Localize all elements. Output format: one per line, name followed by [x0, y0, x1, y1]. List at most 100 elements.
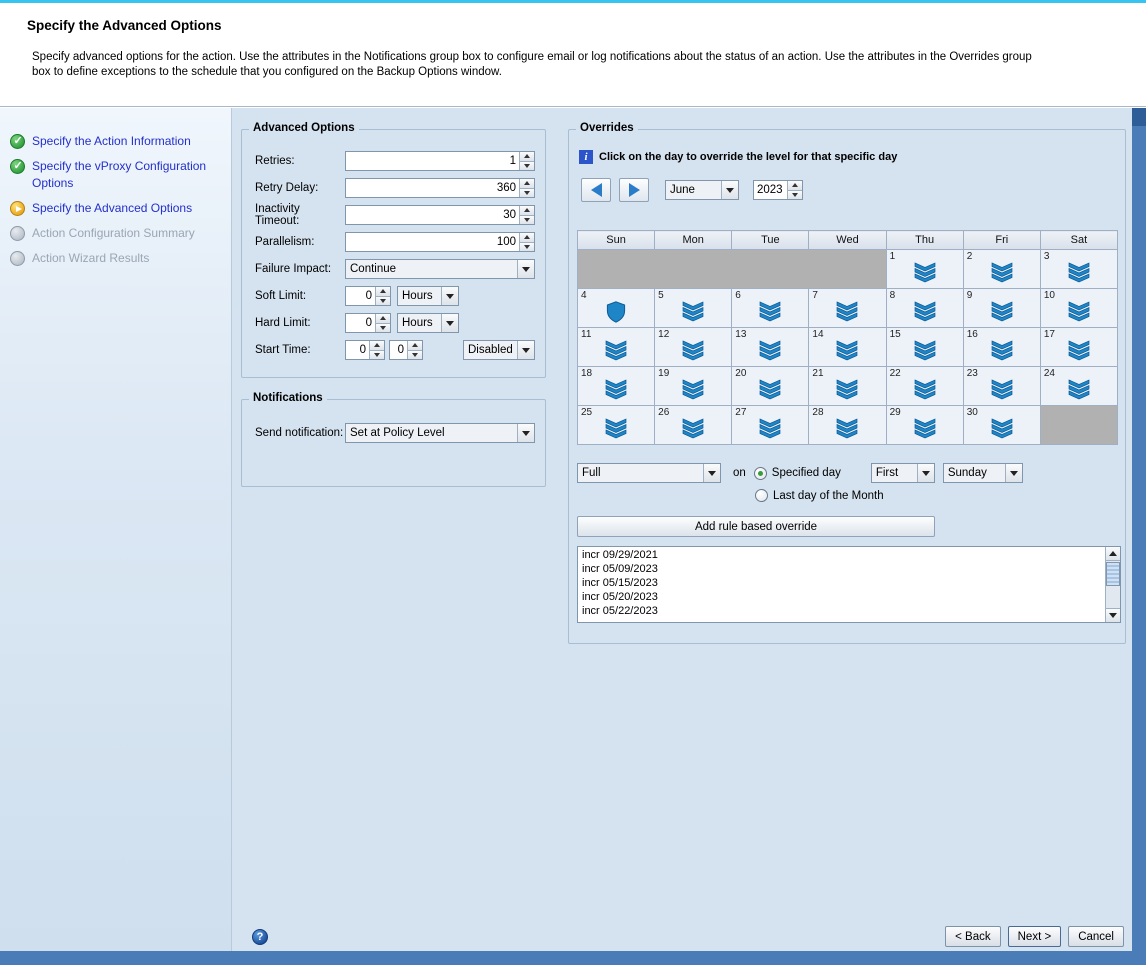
send-notification-select[interactable]: Set at Policy Level: [345, 423, 535, 443]
next-month-button[interactable]: [619, 178, 649, 202]
year-spinner[interactable]: 2023: [753, 180, 803, 200]
start-hour-input[interactable]: 0: [345, 340, 385, 360]
override-list-item[interactable]: incr 05/20/2023: [579, 590, 1104, 604]
specified-day-label: Specified day: [772, 467, 841, 479]
override-list-scrollbar[interactable]: [1105, 547, 1120, 622]
start-minute-input[interactable]: 0: [389, 340, 423, 360]
override-list-item[interactable]: incr 05/22/2023: [579, 604, 1104, 618]
spinner-buttons: [375, 287, 390, 305]
calendar-day-cell[interactable]: 15: [886, 328, 963, 367]
wizard-content: Specify the Action Information Specify th…: [0, 108, 1132, 951]
calendar-day-cell[interactable]: 27: [732, 406, 809, 445]
retry-delay-input[interactable]: 360: [345, 178, 535, 198]
notifications-group: Notifications Send notification: Set at …: [241, 399, 546, 487]
calendar-day-cell[interactable]: 12: [655, 328, 732, 367]
spinner-down-button[interactable]: [787, 190, 802, 200]
calendar-day-cell[interactable]: 11: [578, 328, 655, 367]
spinner-down-button[interactable]: [519, 161, 534, 171]
cancel-button[interactable]: Cancel: [1068, 926, 1124, 947]
wizard-step-done[interactable]: Specify the Action Information: [10, 133, 224, 150]
calendar-day-cell[interactable]: 18: [578, 367, 655, 406]
calendar-day-cell[interactable]: 14: [809, 328, 886, 367]
prev-month-button[interactable]: [581, 178, 611, 202]
calendar-day-cell[interactable]: 25: [578, 406, 655, 445]
wizard-step-done[interactable]: Specify the vProxy Configuration Options: [10, 158, 224, 192]
spinner-up-button[interactable]: [369, 341, 384, 350]
spinner-up-button[interactable]: [787, 181, 802, 190]
wizard-step-current[interactable]: Specify the Advanced Options: [10, 200, 224, 217]
start-time-mode-select[interactable]: Disabled: [463, 340, 535, 360]
hard-limit-input[interactable]: 0: [345, 313, 391, 333]
override-list[interactable]: incr 09/29/2021incr 05/09/2023incr 05/15…: [577, 546, 1121, 623]
scrollbar-thumb[interactable]: [1106, 562, 1120, 586]
spinner-up-button[interactable]: [407, 341, 422, 350]
calendar-day-cell[interactable]: 5: [655, 289, 732, 328]
day-number: 10: [1044, 290, 1055, 301]
calendar-day-cell[interactable]: 16: [963, 328, 1040, 367]
calendar-day-cell[interactable]: 28: [809, 406, 886, 445]
calendar-day-cell[interactable]: 2: [963, 250, 1040, 289]
spinner-down-button[interactable]: [375, 296, 390, 306]
override-level-select[interactable]: Full: [577, 463, 721, 483]
calendar-day-cell[interactable]: 29: [886, 406, 963, 445]
next-button[interactable]: Next >: [1008, 926, 1062, 947]
add-rule-override-button[interactable]: Add rule based override: [577, 516, 935, 537]
calendar-day-cell[interactable]: 26: [655, 406, 732, 445]
day-number: 2: [967, 251, 973, 262]
spinner-down-button[interactable]: [519, 215, 534, 225]
spinner-down-button[interactable]: [375, 323, 390, 333]
incremental-backup-icon: [990, 379, 1014, 400]
override-list-item[interactable]: incr 05/15/2023: [579, 576, 1104, 590]
incremental-backup-icon: [758, 340, 782, 361]
last-day-radio[interactable]: Last day of the Month: [755, 489, 884, 502]
help-icon[interactable]: [252, 929, 268, 945]
hard-limit-unit-select[interactable]: Hours: [397, 313, 459, 333]
spinner-up-button[interactable]: [519, 179, 534, 188]
calendar-day-cell[interactable]: 10: [1040, 289, 1117, 328]
spinner-buttons: [407, 341, 422, 359]
calendar-day-cell[interactable]: 21: [809, 367, 886, 406]
calendar-day-cell[interactable]: 3: [1040, 250, 1117, 289]
calendar-day-cell[interactable]: 23: [963, 367, 1040, 406]
calendar-day-cell[interactable]: 1: [886, 250, 963, 289]
calendar-day-cell[interactable]: 19: [655, 367, 732, 406]
incremental-backup-icon: [913, 340, 937, 361]
spinner-up-button[interactable]: [375, 287, 390, 296]
scroll-up-button[interactable]: [1106, 547, 1120, 561]
month-select[interactable]: June: [665, 180, 739, 200]
spinner-down-button[interactable]: [519, 242, 534, 252]
calendar-day-cell[interactable]: 22: [886, 367, 963, 406]
parallelism-input[interactable]: 100: [345, 232, 535, 252]
calendar-day-cell[interactable]: 9: [963, 289, 1040, 328]
calendar-day-cell[interactable]: 8: [886, 289, 963, 328]
calendar-day-cell[interactable]: 17: [1040, 328, 1117, 367]
calendar-day-cell[interactable]: 6: [732, 289, 809, 328]
spinner-down-button[interactable]: [369, 350, 384, 360]
spinner-up-button[interactable]: [519, 206, 534, 215]
retries-input[interactable]: 1: [345, 151, 535, 171]
calendar-day-cell[interactable]: 4: [578, 289, 655, 328]
dropdown-arrow-icon: [517, 424, 534, 442]
back-button[interactable]: < Back: [945, 926, 1000, 947]
calendar-day-cell[interactable]: 13: [732, 328, 809, 367]
scroll-down-button[interactable]: [1106, 608, 1120, 622]
ordinal-select[interactable]: First: [871, 463, 935, 483]
override-list-item[interactable]: incr 05/09/2023: [579, 562, 1104, 576]
calendar-day-cell[interactable]: 30: [963, 406, 1040, 445]
spinner-up-button[interactable]: [519, 152, 534, 161]
incremental-backup-icon: [990, 262, 1014, 283]
soft-limit-unit-select[interactable]: Hours: [397, 286, 459, 306]
calendar-day-cell[interactable]: 24: [1040, 367, 1117, 406]
calendar-day-cell[interactable]: 7: [809, 289, 886, 328]
inactivity-timeout-input[interactable]: 30: [345, 205, 535, 225]
spinner-down-button[interactable]: [407, 350, 422, 360]
spinner-up-button[interactable]: [375, 314, 390, 323]
specified-day-radio[interactable]: Specified day: [754, 467, 841, 480]
spinner-down-button[interactable]: [519, 188, 534, 198]
soft-limit-input[interactable]: 0: [345, 286, 391, 306]
weekday-select[interactable]: Sunday: [943, 463, 1023, 483]
override-list-item[interactable]: incr 09/29/2021: [579, 548, 1104, 562]
calendar-day-cell[interactable]: 20: [732, 367, 809, 406]
spinner-up-button[interactable]: [519, 233, 534, 242]
failure-impact-select[interactable]: Continue: [345, 259, 535, 279]
